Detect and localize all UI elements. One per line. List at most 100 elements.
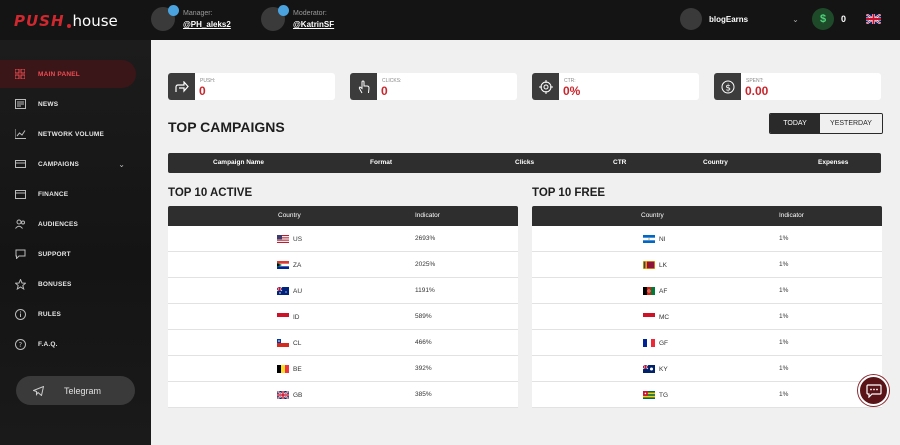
country-cell: ZA xyxy=(277,261,301,269)
top-free-title: TOP 10 FREE xyxy=(532,187,606,199)
flag-gf-icon xyxy=(643,339,655,347)
indicator-value: 1% xyxy=(779,235,789,242)
indicator-value: 2693% xyxy=(415,235,436,242)
country-code: NI xyxy=(659,235,666,243)
account-name: blogEarns xyxy=(709,14,749,24)
country-code: CL xyxy=(293,339,302,347)
chat-button[interactable] xyxy=(858,375,889,406)
sidebar-item-label: NETWORK VOLUME xyxy=(38,130,104,138)
sidebar-item-label: FINANCE xyxy=(38,190,69,198)
balance-amount: 0 xyxy=(841,14,847,24)
country-code: LK xyxy=(659,261,667,269)
hand-click-icon xyxy=(350,73,377,100)
sidebar-item-faq[interactable]: ? F.A.Q. xyxy=(0,330,151,358)
indicator-value: 589% xyxy=(415,313,432,320)
logo-push: PUSH xyxy=(14,12,65,30)
flag-mc-icon xyxy=(643,313,655,321)
column-header[interactable]: Format xyxy=(370,159,392,166)
manager-handle[interactable]: @PH_aleks2 xyxy=(183,19,231,30)
country-cell: GF xyxy=(643,339,668,347)
column-header: Country xyxy=(278,212,301,219)
yesterday-button[interactable]: YESTERDAY xyxy=(820,114,882,133)
sidebar-item-label: BONUSES xyxy=(38,280,72,288)
dollar-icon: $ xyxy=(714,73,741,100)
indicator-value: 385% xyxy=(415,391,432,398)
sidebar-item-news[interactable]: NEWS xyxy=(0,90,151,118)
sidebar-item-campaigns[interactable]: CAMPAIGNS ⌄ xyxy=(0,150,151,178)
column-header[interactable]: CTR xyxy=(613,159,626,166)
country-code: AU xyxy=(293,287,303,295)
uk-flag-icon[interactable] xyxy=(866,14,881,24)
sidebar-item-label: AUDIENCES xyxy=(38,220,79,228)
today-button[interactable]: TODAY xyxy=(770,114,820,133)
account-menu[interactable]: blogEarns ⌄ xyxy=(680,8,799,30)
sidebar-item-label: NEWS xyxy=(38,100,59,108)
sidebar-item-support[interactable]: SUPPORT xyxy=(0,240,151,268)
stat-value: 0 xyxy=(381,84,388,98)
indicator-value: 466% xyxy=(415,339,432,346)
table-row: ZA 2025% xyxy=(168,252,518,278)
logo-dot xyxy=(66,24,71,28)
logo-house: house xyxy=(72,12,118,30)
country-code: AF xyxy=(659,287,668,295)
country-cell: KY xyxy=(643,365,668,373)
moderator-handle[interactable]: @KatrinSF xyxy=(293,19,334,30)
manager-contact[interactable]: Manager: @PH_aleks2 xyxy=(151,5,231,31)
target-icon xyxy=(532,73,559,100)
newspaper-icon xyxy=(14,98,26,110)
flag-ni-icon xyxy=(643,235,655,243)
svg-text:?: ? xyxy=(18,341,22,349)
dollar-icon: $ xyxy=(812,8,834,30)
flag-id-icon xyxy=(277,313,289,321)
country-cell: ID xyxy=(277,313,300,321)
column-header[interactable]: Country xyxy=(703,159,728,166)
moderator-role: Moderator: xyxy=(293,10,327,17)
stat-value: 0 xyxy=(199,84,206,98)
sidebar-item-main-panel[interactable]: MAIN PANEL xyxy=(0,60,136,88)
sidebar-item-audiences[interactable]: AUDIENCES xyxy=(0,210,151,238)
indicator-value: 1% xyxy=(779,339,789,346)
country-code: ZA xyxy=(293,261,302,269)
table-row: GB 385% xyxy=(168,382,518,408)
country-cell: TG xyxy=(643,391,668,399)
logo[interactable]: PUSH house xyxy=(14,10,118,32)
flag-cl-icon xyxy=(277,339,289,347)
chevron-down-icon: ⌄ xyxy=(792,14,799,24)
top-bar: PUSH house Manager: @PH_aleks2 Moderator… xyxy=(0,0,900,40)
column-header[interactable]: Campaign Name xyxy=(213,159,264,166)
paper-plane-icon xyxy=(33,385,44,396)
sidebar-item-label: F.A.Q. xyxy=(38,340,58,348)
users-icon xyxy=(14,218,26,230)
sidebar-item-network-volume[interactable]: NETWORK VOLUME xyxy=(0,120,151,148)
telegram-badge-icon xyxy=(278,5,289,16)
sidebar-item-rules[interactable]: RULES xyxy=(0,300,151,328)
info-icon xyxy=(14,308,26,320)
sidebar-item-finance[interactable]: FINANCE xyxy=(0,180,151,208)
sidebar-item-bonuses[interactable]: BONUSES xyxy=(0,270,151,298)
moderator-contact[interactable]: Moderator: @KatrinSF xyxy=(261,5,334,31)
table-row: US 2693% xyxy=(168,226,518,252)
country-code: BE xyxy=(293,365,302,373)
country-code: TG xyxy=(659,391,669,399)
sidebar: MAIN PANEL NEWS NETWORK VOLUME CAMPAIGNS… xyxy=(0,40,151,445)
balance[interactable]: $ 0 xyxy=(812,8,846,30)
svg-text:$: $ xyxy=(725,83,731,93)
column-header[interactable]: Expenses xyxy=(818,159,848,166)
flag-za-icon xyxy=(277,261,289,269)
arrow-forward-icon xyxy=(168,73,195,100)
telegram-button[interactable]: Telegram xyxy=(16,376,135,405)
country-code: MC xyxy=(659,313,670,321)
grid-icon xyxy=(14,68,26,80)
sidebar-item-label: CAMPAIGNS xyxy=(38,160,80,168)
country-cell: NI xyxy=(643,235,666,243)
country-code: ID xyxy=(293,313,300,321)
country-cell: LK xyxy=(643,261,667,269)
table-row: ID 589% xyxy=(168,304,518,330)
top-active-title: TOP 10 ACTIVE xyxy=(168,187,253,199)
telegram-label: Telegram xyxy=(64,385,102,396)
account-avatar xyxy=(680,8,702,30)
table-row: CL 466% xyxy=(168,330,518,356)
country-cell: CL xyxy=(277,339,301,347)
column-header[interactable]: Clicks xyxy=(515,159,534,166)
flag-af-icon xyxy=(643,287,655,295)
